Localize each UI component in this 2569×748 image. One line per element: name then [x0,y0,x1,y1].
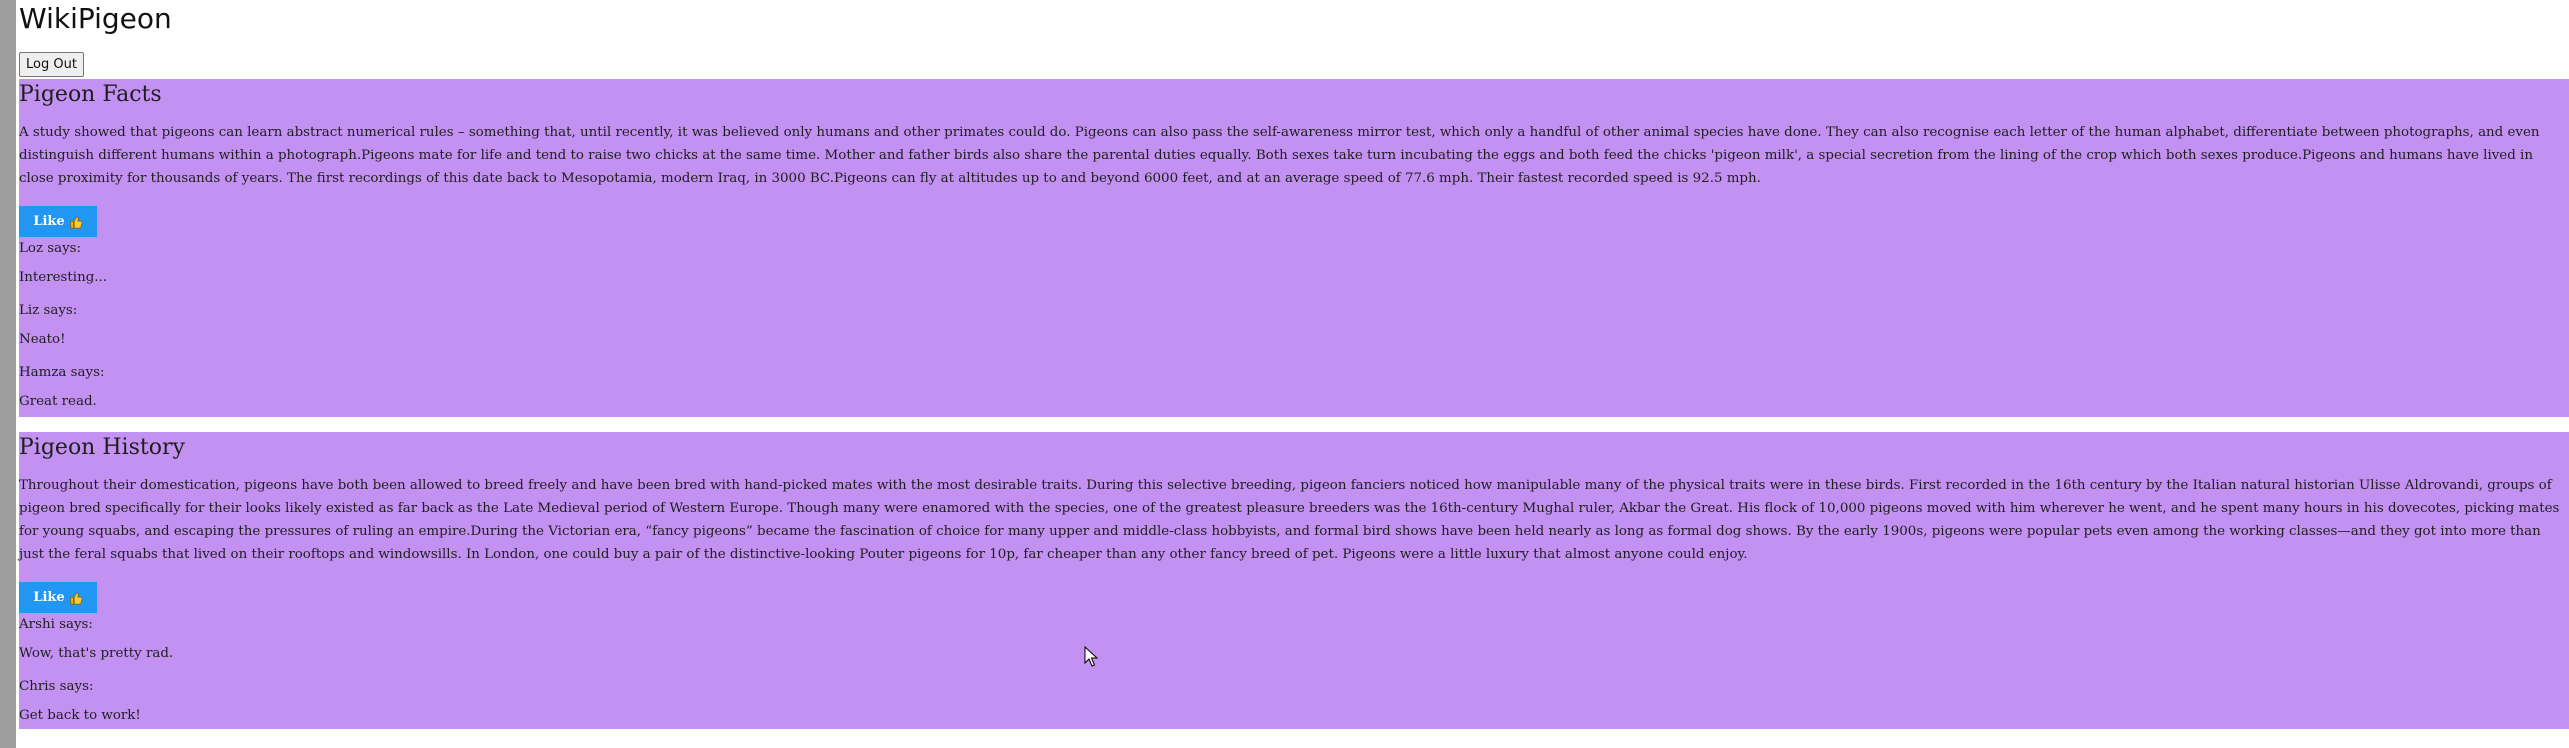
article-body: A study showed that pigeons can learn ab… [19,125,2540,186]
comment-text: Wow, that's pretty rad. [19,646,174,661]
comment-author: Hamza says: [19,365,105,380]
comment-text: Interesting... [19,270,108,285]
thumbs-up-icon [70,591,83,604]
article-title: Pigeon Facts [19,82,162,107]
thumbs-up-icon [70,215,83,228]
app-title: WikiPigeon [19,2,172,35]
comment: Arshi says: Wow, that's pretty rad. [19,617,2569,662]
main-content: WikiPigeon Log Out Pigeon Facts A study … [19,0,2569,729]
comment-author: Liz says: [19,303,78,318]
mouse-pointer-icon [1084,646,1098,667]
article-title: Pigeon History [19,435,185,460]
like-button-label: Like [33,214,65,229]
log-out-button[interactable]: Log Out [19,52,84,77]
article-pigeon-history: Pigeon History Throughout their domestic… [19,432,2569,729]
like-button-label: Like [33,590,65,605]
comment-author: Arshi says: [19,617,93,632]
comment: Hamza says: Great read. [19,365,2569,410]
article-body: Throughout their domestication, pigeons … [19,478,2560,562]
comment-author: Chris says: [19,679,94,694]
comment: Liz says: Neato! [19,303,2569,348]
comment-text: Neato! [19,332,66,347]
comment: Chris says: Get back to work! [19,679,2569,724]
comment-text: Get back to work! [19,708,141,723]
article-pigeon-facts: Pigeon Facts A study showed that pigeons… [19,79,2569,417]
comment-text: Great read. [19,394,97,409]
like-button[interactable]: Like [19,582,97,613]
comment-author: Loz says: [19,241,82,256]
like-button[interactable]: Like [19,206,97,237]
page-scrollbar[interactable] [0,0,16,748]
comment: Loz says: Interesting... [19,241,2569,286]
